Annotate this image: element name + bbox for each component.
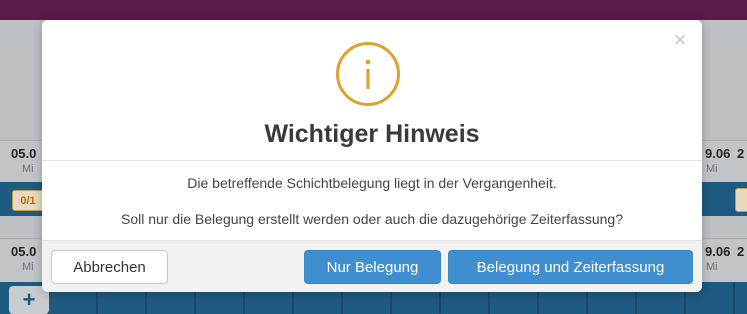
dialog-message: Die betreffende Schichtbelegung liegt in… xyxy=(187,175,557,191)
assignment-and-time-tracking-button[interactable]: Belegung und Zeiterfassung xyxy=(448,250,693,284)
only-assignment-button[interactable]: Nur Belegung xyxy=(304,250,441,284)
important-notice-dialog: × Wichtiger Hinweis Die betreffende Schi… xyxy=(42,20,702,292)
shift-chip[interactable] xyxy=(735,188,747,212)
weekday-label: Mi xyxy=(22,261,34,273)
date-label: 9.06 xyxy=(705,146,731,161)
date-label: 2 xyxy=(737,244,745,259)
weekday-label: Mi xyxy=(22,163,34,175)
date-label: 05.0 xyxy=(11,244,37,259)
dialog-footer: Abbrechen Nur Belegung Belegung und Zeit… xyxy=(42,240,702,292)
weekday-label: Mi xyxy=(706,163,718,175)
dialog-question: Soll nur die Belegung erstellt werden od… xyxy=(121,211,623,227)
info-icon xyxy=(336,42,400,106)
date-label: 9.06 xyxy=(705,244,731,259)
cancel-button[interactable]: Abbrechen xyxy=(51,250,168,284)
shift-count-badge[interactable]: 0/1 xyxy=(12,190,44,211)
app-top-bar xyxy=(0,0,747,20)
close-icon[interactable]: × xyxy=(670,29,690,51)
dialog-title: Wichtiger Hinweis xyxy=(264,120,480,148)
date-label: 2 xyxy=(737,146,745,161)
weekday-label: Mi xyxy=(706,261,718,273)
date-label: 05.0 xyxy=(11,146,37,161)
divider xyxy=(42,160,702,161)
